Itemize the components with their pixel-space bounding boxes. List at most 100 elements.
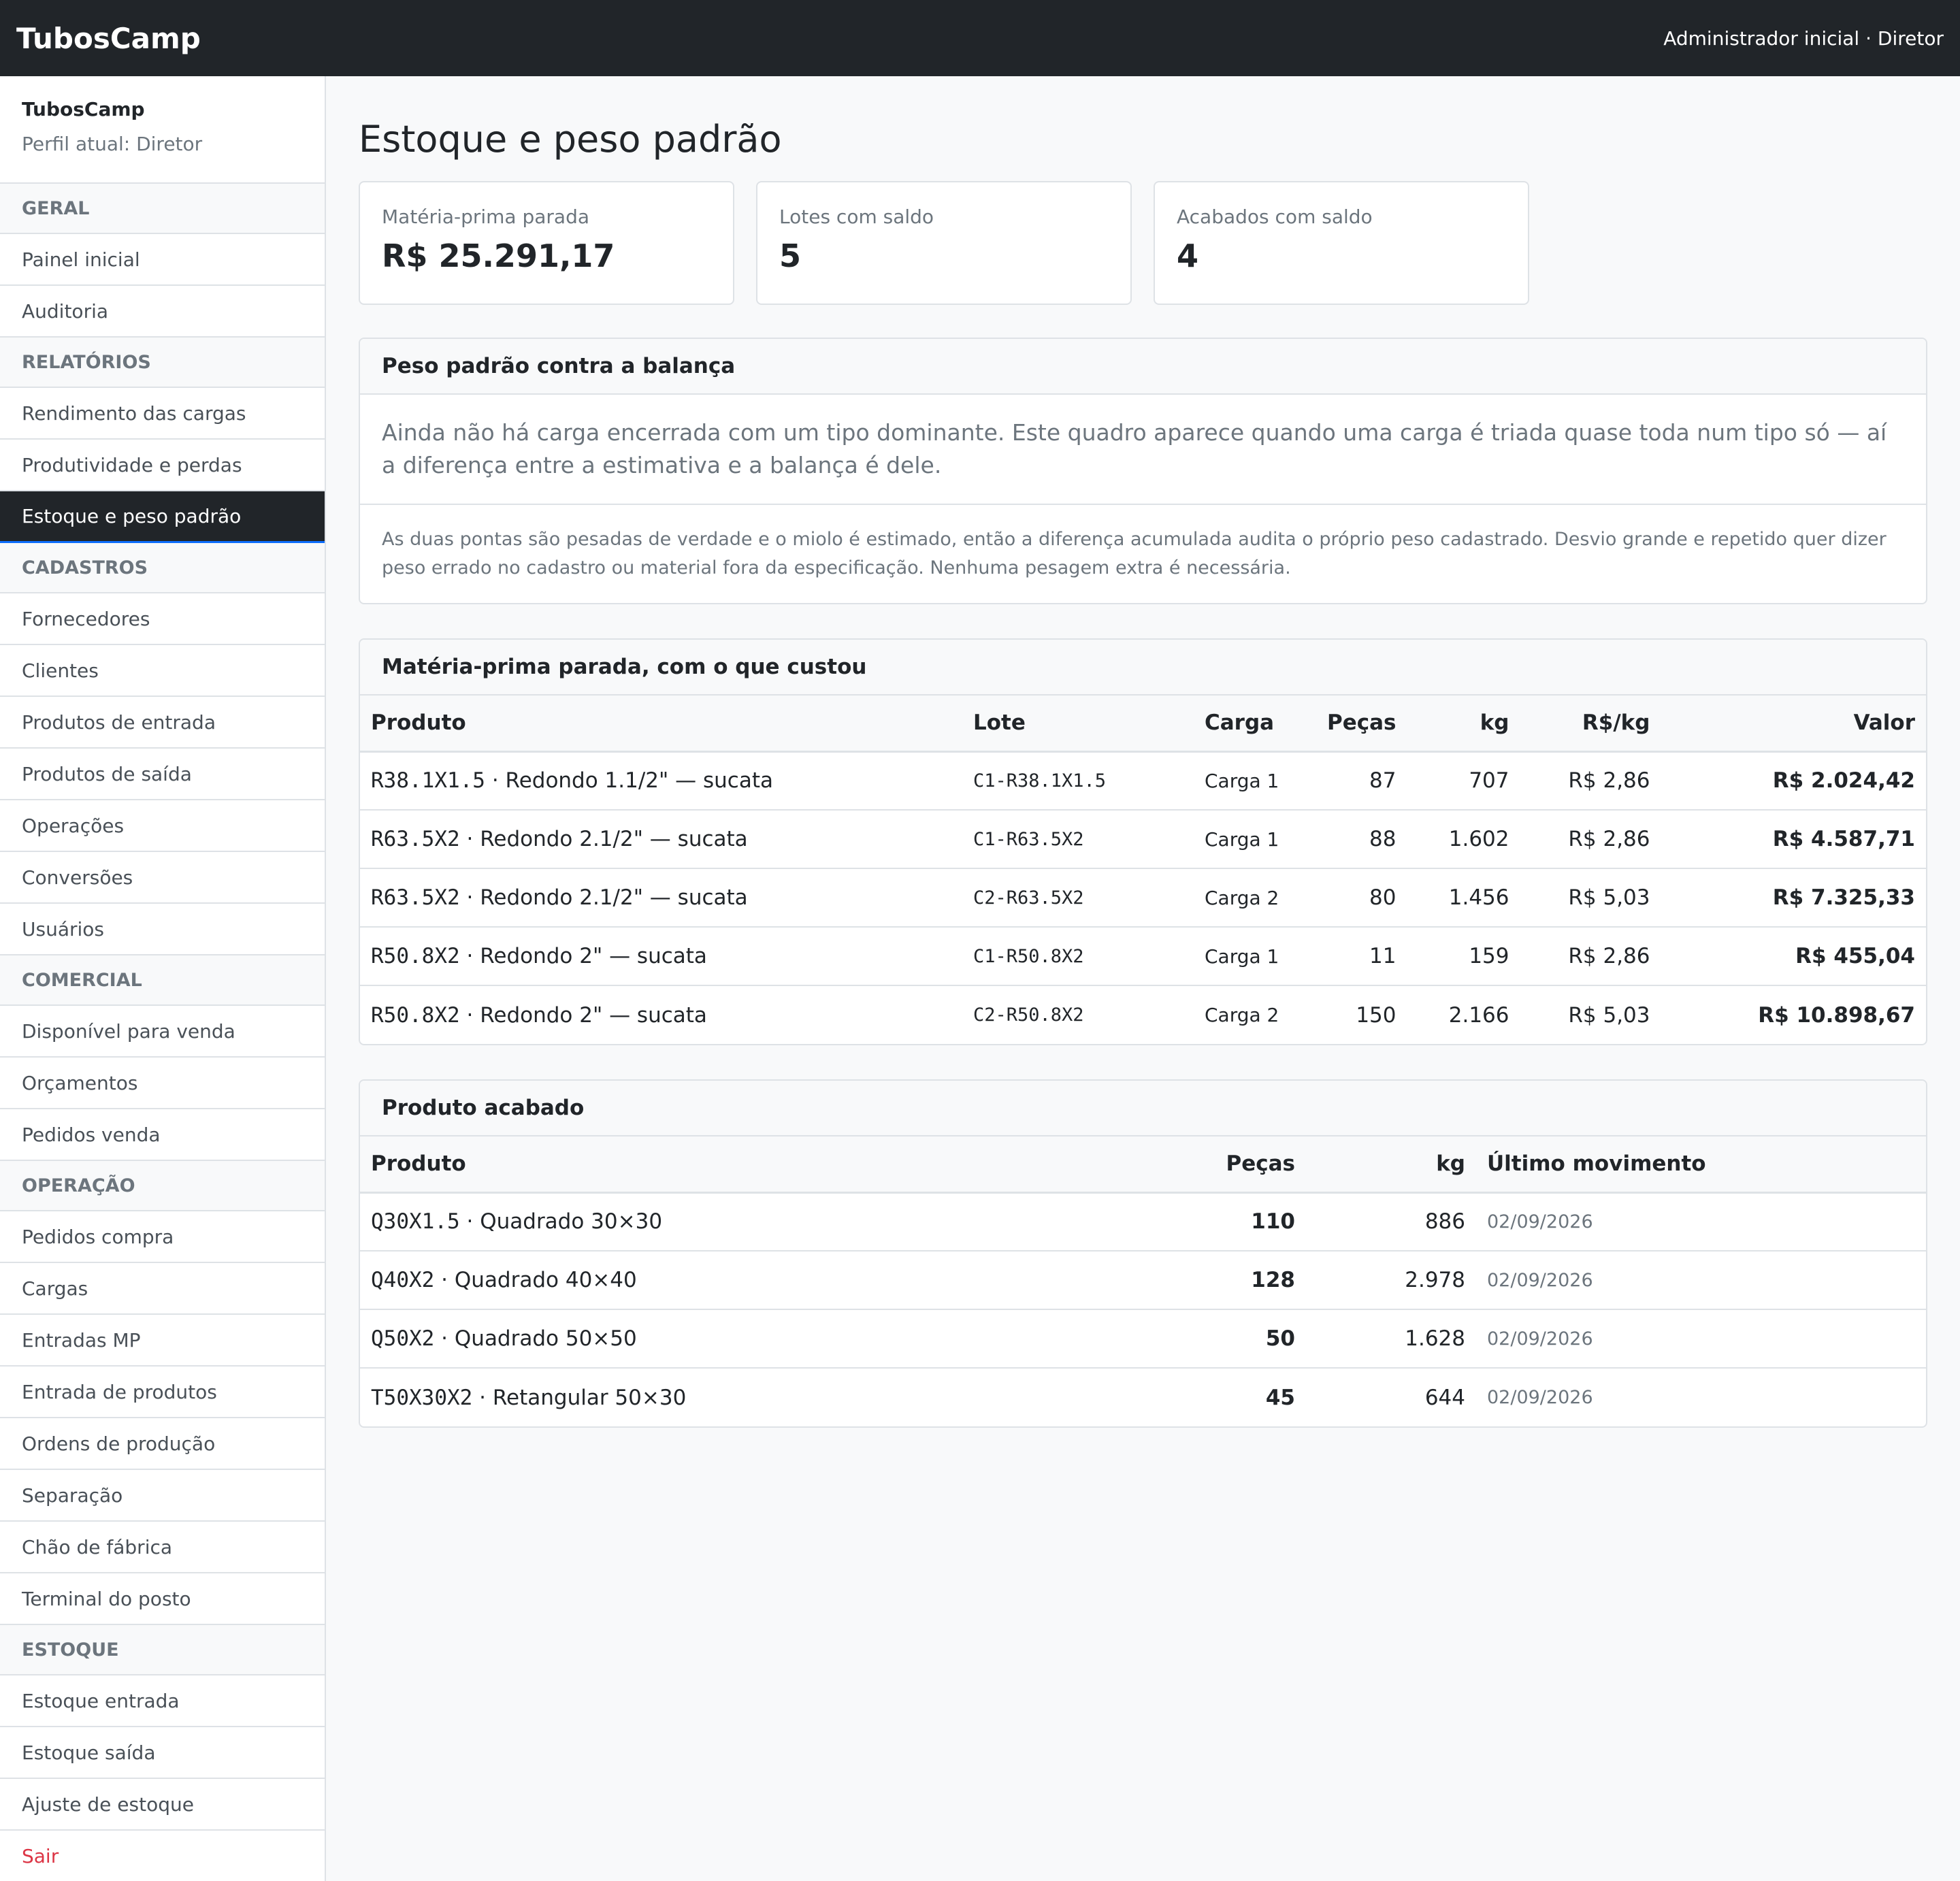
cell-produto: R63.5X2 · Redondo 2.1/2" — sucata bbox=[360, 810, 962, 869]
cell-produto: Q30X1.5 · Quadrado 30×30 bbox=[360, 1192, 1197, 1252]
cell-produto: Q40X2 · Quadrado 40×40 bbox=[360, 1251, 1197, 1310]
stat-value: 5 bbox=[779, 238, 802, 274]
table-header-row: Produto Lote Carga Peças kg R$/kg Valor bbox=[360, 696, 1926, 753]
card-title: Peso padrão contra a balança bbox=[360, 339, 1926, 395]
col-kg: kg bbox=[1407, 696, 1520, 753]
product-desc: · Redondo 2.1/2" — sucata bbox=[459, 827, 748, 851]
sidebar-item-fornecedores[interactable]: Fornecedores bbox=[0, 593, 325, 645]
sidebar-item-clientes[interactable]: Clientes bbox=[0, 645, 325, 697]
table-row: R38.1X1.5 · Redondo 1.1/2" — sucata C1-R… bbox=[360, 751, 1926, 811]
sidebar-item-usuarios[interactable]: Usuários bbox=[0, 904, 325, 955]
cell-rskg: R$ 5,03 bbox=[1520, 868, 1661, 928]
table-header-row: Produto Peças kg Último movimento bbox=[360, 1136, 1926, 1194]
cell-carga: Carga 1 bbox=[1194, 927, 1316, 986]
sidebar-item-produtividade-perdas[interactable]: Produtividade e perdas bbox=[0, 440, 325, 491]
logout-link[interactable]: Sair bbox=[0, 1831, 325, 1881]
sidebar-item-cargas[interactable]: Cargas bbox=[0, 1263, 325, 1315]
sidebar-item-entrada-produtos[interactable]: Entrada de produtos bbox=[0, 1367, 325, 1418]
cell-kg: 707 bbox=[1407, 751, 1520, 811]
cell-ultimo-movimento: 02/09/2026 bbox=[1476, 1309, 1926, 1369]
cell-rskg: R$ 5,03 bbox=[1568, 1002, 1650, 1028]
col-produto: Produto bbox=[360, 696, 962, 753]
cell-valor: R$ 10.898,67 bbox=[1758, 1002, 1915, 1028]
stat-label: Matéria-prima parada bbox=[382, 206, 590, 228]
cell-produto: R50.8X2 · Redondo 2" — sucata bbox=[360, 985, 962, 1044]
stat-value: 4 bbox=[1177, 238, 1199, 274]
table-row: R63.5X2 · Redondo 2.1/2" — sucata C2-R63… bbox=[360, 868, 1926, 928]
sidebar-item-ordens-producao[interactable]: Ordens de produção bbox=[0, 1418, 325, 1470]
brand-logo[interactable]: TubosCamp bbox=[16, 22, 201, 55]
cell-ultimo-movimento: 02/09/2026 bbox=[1487, 1387, 1593, 1408]
cell-kg: 1.628 bbox=[1306, 1309, 1476, 1369]
sidebar-item-conversoes[interactable]: Conversões bbox=[0, 852, 325, 904]
table-row: R50.8X2 · Redondo 2" — sucata C1-R50.8X2… bbox=[360, 927, 1926, 986]
sidebar-item-pedidos-compra[interactable]: Pedidos compra bbox=[0, 1211, 325, 1263]
stat-card-mp-parada: Matéria-prima parada R$ 25.291,17 bbox=[359, 181, 734, 305]
peso-padrao-lead: Ainda não há carga encerrada com um tipo… bbox=[360, 395, 1926, 505]
cell-valor: R$ 2.024,42 bbox=[1661, 751, 1926, 811]
cell-kg: 159 bbox=[1407, 927, 1520, 986]
cell-carga: Carga 2 bbox=[1194, 868, 1316, 928]
sidebar-item-separacao[interactable]: Separação bbox=[0, 1470, 325, 1522]
cell-produto: R50.8X2 · Redondo 2" — sucata bbox=[360, 927, 962, 986]
product-desc: · Retangular 50×30 bbox=[472, 1385, 687, 1410]
top-navbar: TubosCamp Administrador inicial · Direto… bbox=[0, 0, 1960, 76]
sidebar-item-ajuste-estoque[interactable]: Ajuste de estoque bbox=[0, 1779, 325, 1831]
table-row: Q30X1.5 · Quadrado 30×30 110 886 02/09/2… bbox=[360, 1192, 1926, 1252]
cell-rskg: R$ 2,86 bbox=[1520, 927, 1661, 986]
sidebar-item-produtos-saida[interactable]: Produtos de saída bbox=[0, 749, 325, 800]
peso-padrao-note: As duas pontas são pesadas de verdade e … bbox=[382, 529, 1886, 578]
main-content: Estoque e peso padrão Matéria-prima para… bbox=[326, 76, 1960, 1881]
table-row: Q50X2 · Quadrado 50×50 50 1.628 02/09/20… bbox=[360, 1309, 1926, 1369]
sidebar-section-estoque: ESTOQUE bbox=[0, 1625, 325, 1675]
sidebar-item-disponivel-venda[interactable]: Disponível para venda bbox=[0, 1006, 325, 1058]
product-code: R63.5X2 bbox=[371, 885, 460, 910]
cell-rskg: R$ 2,86 bbox=[1520, 810, 1661, 869]
cell-pecas: 88 bbox=[1316, 810, 1407, 869]
sidebar-item-estoque-saida[interactable]: Estoque saída bbox=[0, 1727, 325, 1779]
product-code: R63.5X2 bbox=[371, 827, 460, 851]
sidebar-item-produtos-entrada[interactable]: Produtos de entrada bbox=[0, 697, 325, 749]
cell-produto: R63.5X2 · Redondo 2.1/2" — sucata bbox=[360, 868, 962, 928]
product-code: Q30X1.5 bbox=[371, 1209, 460, 1234]
cell-produto: Q50X2 · Quadrado 50×50 bbox=[360, 1309, 1197, 1369]
cell-ultimo-movimento: 02/09/2026 bbox=[1476, 1251, 1926, 1310]
col-rskg: R$/kg bbox=[1520, 696, 1661, 753]
cell-lote: C1-R50.8X2 bbox=[962, 927, 1194, 986]
sidebar-item-entradas-mp[interactable]: Entradas MP bbox=[0, 1315, 325, 1367]
sidebar-item-estoque-peso-padrao[interactable]: Estoque e peso padrão bbox=[0, 491, 325, 543]
sidebar-section-cadastros: CADASTROS bbox=[0, 543, 325, 593]
col-ultimo-movimento: Último movimento bbox=[1476, 1136, 1926, 1194]
table-row: Q40X2 · Quadrado 40×40 128 2.978 02/09/2… bbox=[360, 1251, 1926, 1310]
sidebar-item-pedidos-venda[interactable]: Pedidos venda bbox=[0, 1109, 325, 1161]
sidebar-profile: Perfil atual: Diretor bbox=[22, 133, 203, 155]
sidebar-item-estoque-entrada[interactable]: Estoque entrada bbox=[0, 1675, 325, 1727]
cell-carga: Carga 1 bbox=[1194, 810, 1316, 869]
sidebar-item-painel-inicial[interactable]: Painel inicial bbox=[0, 234, 325, 286]
sidebar-item-rendimento-cargas[interactable]: Rendimento das cargas bbox=[0, 388, 325, 440]
sidebar: TubosCamp Perfil atual: Diretor GERAL Pa… bbox=[0, 76, 326, 1881]
table-row: R63.5X2 · Redondo 2.1/2" — sucata C1-R63… bbox=[360, 810, 1926, 869]
sidebar-section-geral: GERAL bbox=[0, 184, 325, 234]
stat-label: Acabados com saldo bbox=[1177, 206, 1373, 228]
stat-label: Lotes com saldo bbox=[779, 206, 934, 228]
product-desc: · Quadrado 30×30 bbox=[459, 1209, 663, 1234]
card-title: Produto acabado bbox=[360, 1081, 1926, 1136]
page-title: Estoque e peso padrão bbox=[359, 118, 782, 161]
sidebar-item-chao-fabrica[interactable]: Chão de fábrica bbox=[0, 1522, 325, 1573]
product-desc: · Redondo 2" — sucata bbox=[459, 1002, 707, 1028]
produto-acabado-card: Produto acabado Produto Peças kg Último … bbox=[359, 1079, 1927, 1428]
product-desc: · Redondo 2.1/2" — sucata bbox=[459, 885, 748, 910]
cell-lote: C1-R38.1X1.5 bbox=[962, 751, 1194, 811]
cell-lote: C1-R63.5X2 bbox=[962, 810, 1194, 869]
cell-ultimo-movimento: 02/09/2026 bbox=[1476, 1192, 1926, 1252]
product-code: R50.8X2 bbox=[371, 944, 460, 968]
sidebar-item-terminal-posto[interactable]: Terminal do posto bbox=[0, 1573, 325, 1625]
cell-carga: Carga 1 bbox=[1194, 751, 1316, 811]
col-kg: kg bbox=[1306, 1136, 1476, 1194]
sidebar-item-auditoria[interactable]: Auditoria bbox=[0, 286, 325, 338]
sidebar-item-operacoes[interactable]: Operações bbox=[0, 800, 325, 852]
produto-acabado-table: Produto Peças kg Último movimento Q30X1.… bbox=[360, 1136, 1926, 1426]
col-pecas: Peças bbox=[1316, 696, 1407, 753]
sidebar-item-orcamentos[interactable]: Orçamentos bbox=[0, 1058, 325, 1109]
